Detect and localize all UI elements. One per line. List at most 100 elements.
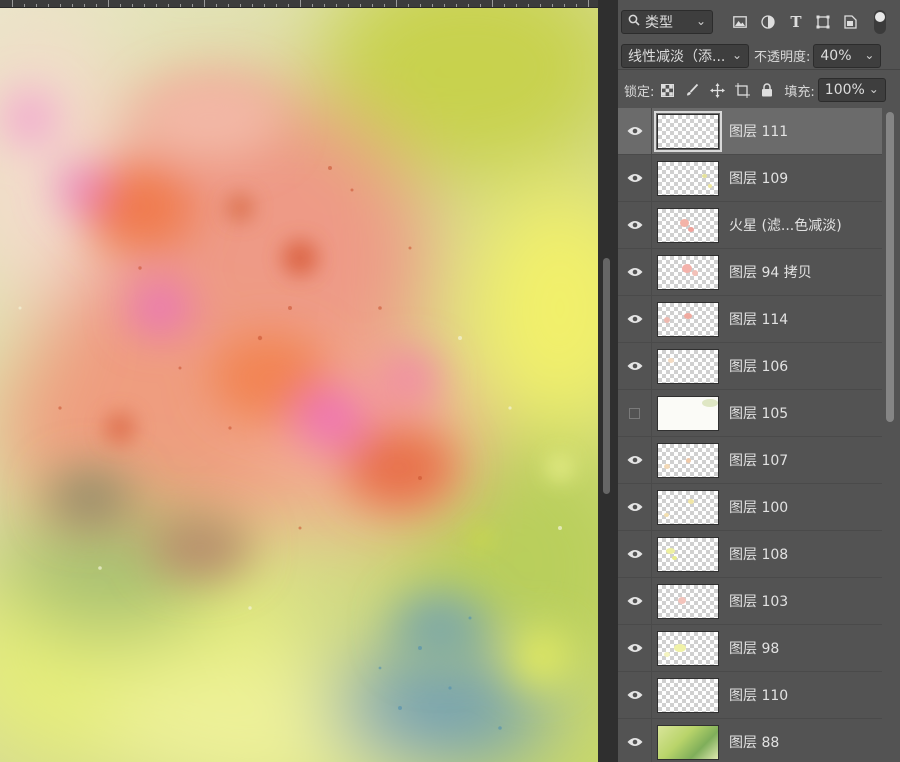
layer-row[interactable]: 图层 98 bbox=[618, 625, 882, 672]
ruler-tick bbox=[576, 4, 577, 7]
ruler-tick bbox=[204, 0, 205, 7]
layer-row[interactable]: 图层 107 bbox=[618, 437, 882, 484]
layer-row[interactable]: 图层 88 bbox=[618, 719, 882, 762]
eye-icon bbox=[627, 362, 642, 370]
layers-panel: 类型 ⌄ T 线性减淡（添... ⌄ 不透明度: 40% ⌄ 锁定: 填充: 1… bbox=[618, 0, 900, 762]
layer-row[interactable]: 图层 108 bbox=[618, 531, 882, 578]
layer-row[interactable]: 图层 103 bbox=[618, 578, 882, 625]
visibility-toggle[interactable] bbox=[618, 343, 652, 389]
adjustment-filter-icon[interactable] bbox=[759, 13, 777, 31]
layer-row[interactable]: 图层 114 bbox=[618, 296, 882, 343]
layer-name[interactable]: 图层 106 bbox=[729, 356, 788, 376]
lock-artboard-icon[interactable] bbox=[733, 81, 751, 99]
layer-thumbnail bbox=[654, 111, 722, 152]
ruler-tick bbox=[456, 4, 457, 7]
layer-name[interactable]: 图层 88 bbox=[729, 732, 779, 752]
canvas-scroll-thumb[interactable] bbox=[603, 258, 610, 494]
layer-name[interactable]: 图层 110 bbox=[729, 685, 788, 705]
chevron-down-icon: ⌄ bbox=[864, 47, 875, 62]
ruler-tick bbox=[552, 4, 553, 7]
smart-object-filter-icon[interactable] bbox=[841, 13, 859, 31]
layer-name[interactable]: 图层 108 bbox=[729, 544, 788, 564]
ruler-tick bbox=[504, 4, 505, 7]
type-filter-icon[interactable]: T bbox=[787, 13, 805, 31]
ruler-tick bbox=[180, 4, 181, 7]
ruler-tick bbox=[264, 4, 265, 7]
visibility-toggle[interactable] bbox=[618, 202, 652, 248]
opacity-label: 不透明度: bbox=[754, 50, 811, 65]
hidden-layer-box bbox=[629, 407, 640, 419]
layer-thumbnail bbox=[657, 208, 719, 243]
layer-name[interactable]: 图层 100 bbox=[729, 497, 788, 517]
opacity-field[interactable]: 40% ⌄ bbox=[813, 43, 882, 68]
search-icon bbox=[628, 14, 642, 30]
visibility-toggle[interactable] bbox=[618, 484, 652, 530]
ruler-tick bbox=[156, 4, 157, 7]
layer-name[interactable]: 图层 114 bbox=[729, 309, 788, 329]
ruler-tick bbox=[480, 4, 481, 7]
visibility-toggle[interactable] bbox=[618, 390, 652, 436]
layer-name[interactable]: 火星 (滤...色减淡) bbox=[729, 215, 842, 235]
eye-icon bbox=[627, 127, 642, 135]
layer-name[interactable]: 图层 103 bbox=[729, 591, 788, 611]
layer-row[interactable]: 火星 (滤...色减淡) bbox=[618, 202, 882, 249]
ruler-tick bbox=[588, 0, 589, 7]
document-canvas[interactable] bbox=[0, 0, 598, 762]
ruler-tick bbox=[432, 4, 433, 7]
layer-name[interactable]: 图层 105 bbox=[729, 403, 788, 423]
canvas-vertical-scrollbar[interactable] bbox=[598, 0, 618, 762]
lock-position-icon[interactable] bbox=[708, 81, 726, 99]
visibility-toggle[interactable] bbox=[618, 249, 652, 295]
filter-kind-label: 类型 bbox=[645, 15, 673, 31]
eye-icon bbox=[627, 550, 642, 558]
visibility-toggle[interactable] bbox=[618, 296, 652, 342]
layer-row[interactable]: 图层 110 bbox=[618, 672, 882, 719]
layers-scroll-thumb[interactable] bbox=[886, 112, 894, 422]
layer-name[interactable]: 图层 98 bbox=[729, 638, 779, 658]
layer-thumbnail bbox=[657, 490, 719, 525]
artwork-image bbox=[0, 8, 598, 762]
visibility-toggle[interactable] bbox=[618, 155, 652, 201]
horizontal-ruler bbox=[0, 0, 598, 8]
image-filter-icon[interactable] bbox=[731, 13, 749, 31]
layer-row[interactable]: 图层 106 bbox=[618, 343, 882, 390]
visibility-toggle[interactable] bbox=[618, 437, 652, 483]
opacity-value: 40% bbox=[820, 47, 852, 64]
fill-value: 100% bbox=[824, 82, 865, 98]
layer-row[interactable]: 图层 109 bbox=[618, 155, 882, 202]
fill-field[interactable]: 100% ⌄ bbox=[817, 78, 886, 102]
ruler-tick bbox=[360, 4, 361, 7]
visibility-toggle[interactable] bbox=[618, 531, 652, 577]
ruler-tick bbox=[252, 4, 253, 7]
layers-vertical-scrollbar[interactable] bbox=[882, 108, 900, 762]
visibility-toggle[interactable] bbox=[618, 719, 652, 762]
ruler-tick bbox=[516, 4, 517, 7]
filter-kind-dropdown[interactable]: 类型 ⌄ bbox=[621, 10, 713, 34]
layer-list: 图层 111 图层 109 火星 (滤...色减淡) 图层 94 拷贝 图层 1… bbox=[618, 108, 882, 762]
layer-row[interactable]: 图层 100 bbox=[618, 484, 882, 531]
layer-name[interactable]: 图层 109 bbox=[729, 168, 788, 188]
layer-name[interactable]: 图层 107 bbox=[729, 450, 788, 470]
ruler-tick bbox=[96, 4, 97, 7]
shape-filter-icon[interactable] bbox=[814, 13, 832, 31]
lock-transparent-pixels-icon[interactable] bbox=[658, 81, 676, 99]
lock-all-icon[interactable] bbox=[758, 81, 776, 99]
lock-image-pixels-icon[interactable] bbox=[683, 81, 701, 99]
filter-toggle-switch[interactable] bbox=[874, 10, 886, 34]
visibility-toggle[interactable] bbox=[618, 672, 652, 718]
visibility-toggle[interactable] bbox=[618, 625, 652, 671]
layer-row[interactable]: 图层 105 bbox=[618, 390, 882, 437]
layer-thumbnail bbox=[657, 584, 719, 619]
eye-icon bbox=[627, 738, 642, 746]
layer-name[interactable]: 图层 94 拷贝 bbox=[729, 262, 812, 282]
layer-row[interactable]: 图层 94 拷贝 bbox=[618, 249, 882, 296]
visibility-toggle[interactable] bbox=[618, 108, 652, 154]
layer-row[interactable]: 图层 111 bbox=[618, 108, 882, 155]
layer-name[interactable]: 图层 111 bbox=[729, 121, 788, 141]
blend-mode-dropdown[interactable]: 线性减淡（添... ⌄ bbox=[621, 43, 749, 68]
ruler-tick bbox=[288, 4, 289, 7]
ruler-tick bbox=[348, 4, 349, 7]
visibility-toggle[interactable] bbox=[618, 578, 652, 624]
fill-label: 填充: bbox=[784, 84, 815, 100]
ruler-tick bbox=[84, 4, 85, 7]
